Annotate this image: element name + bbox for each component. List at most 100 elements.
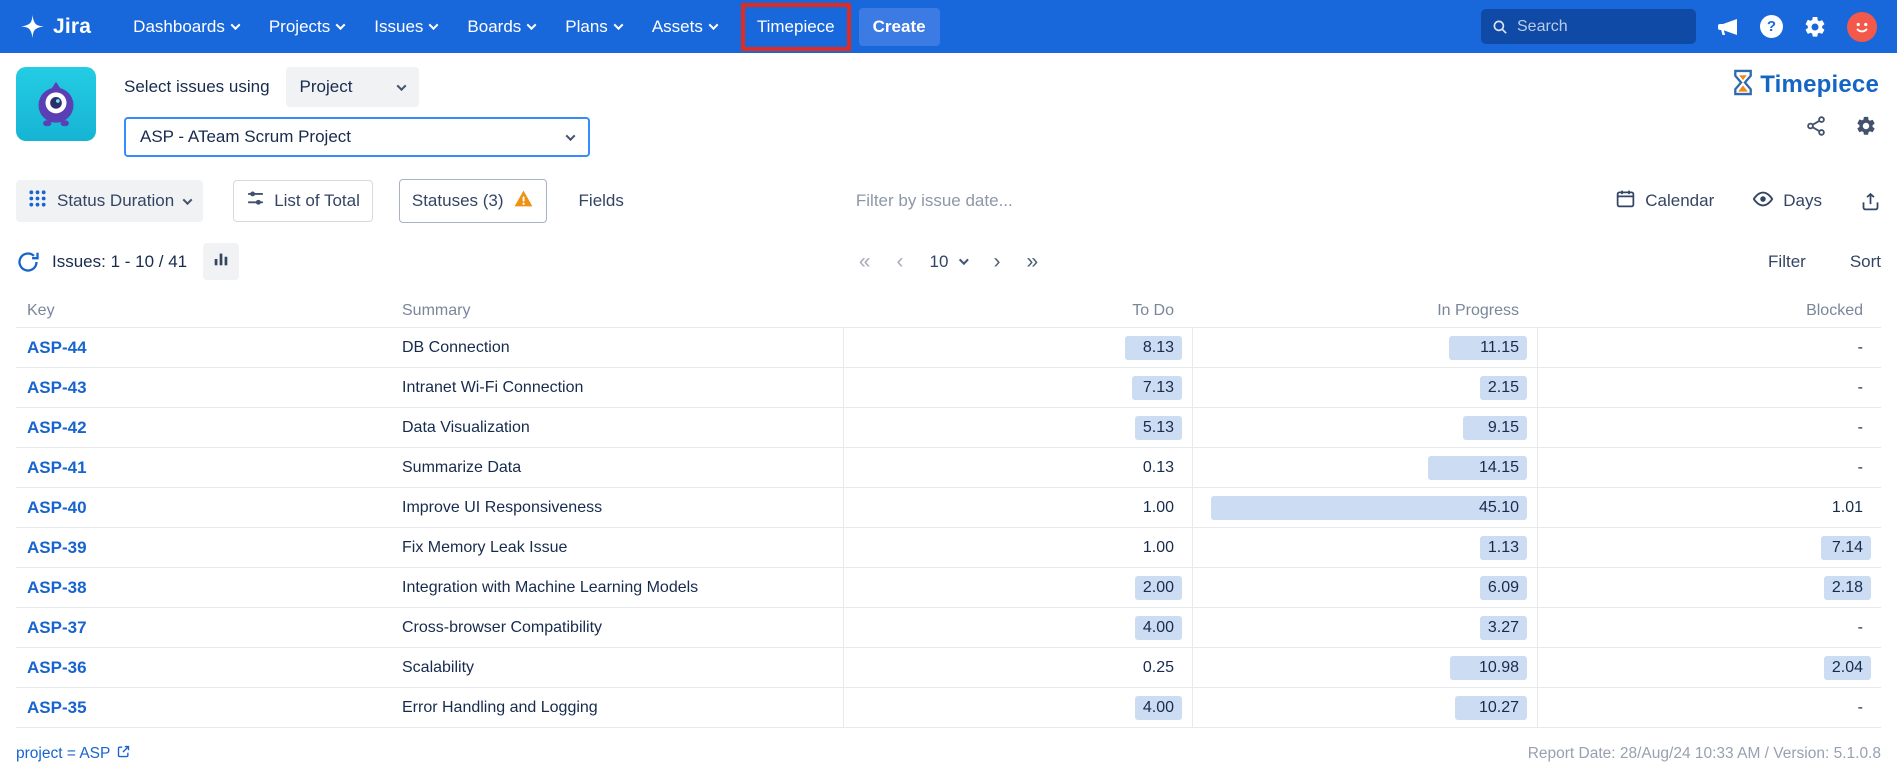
report-settings-gear-icon[interactable] — [1855, 115, 1877, 137]
duration-cell: 2.04 — [1537, 648, 1881, 687]
next-page-button[interactable]: › — [993, 251, 1000, 272]
nav-item-timepiece[interactable]: Timepiece — [741, 3, 851, 51]
report-type-value: Status Duration — [57, 191, 174, 211]
list-controls: Issues: 1 - 10 / 41 « ‹ 10 › » Filter So… — [0, 235, 1897, 292]
duration-value: 4.00 — [1135, 696, 1182, 720]
nav-item-boards[interactable]: Boards — [467, 17, 535, 37]
key-cell: ASP-36 — [16, 648, 396, 687]
summary-cell: Data Visualization — [396, 408, 843, 447]
duration-cell: 9.15 — [1192, 408, 1537, 447]
issue-key-link[interactable]: ASP-40 — [27, 498, 87, 518]
duration-cell: 1.00 — [843, 528, 1192, 567]
sliders-icon — [246, 189, 265, 213]
duration-cell: 6.09 — [1192, 568, 1537, 607]
column-header-blocked[interactable]: Blocked — [1537, 294, 1881, 327]
nav-item-label: Plans — [565, 17, 608, 37]
settings-gear-icon[interactable] — [1803, 15, 1827, 39]
eye-icon — [1752, 188, 1774, 215]
table-row: ASP-38 Integration with Machine Learning … — [16, 568, 1881, 608]
create-button[interactable]: Create — [859, 8, 940, 46]
nav-item-dashboards[interactable]: Dashboards — [133, 17, 239, 37]
refresh-icon[interactable] — [16, 250, 40, 274]
key-cell: ASP-44 — [16, 328, 396, 367]
duration-cell: - — [1537, 368, 1881, 407]
jira-brand[interactable]: Jira — [20, 14, 91, 39]
issue-key-link[interactable]: ASP-39 — [27, 538, 87, 558]
duration-value: 2.04 — [1824, 656, 1871, 680]
issue-key-link[interactable]: ASP-36 — [27, 658, 87, 678]
empty-value: - — [1850, 376, 1871, 400]
duration-value: 14.15 — [1428, 456, 1527, 480]
duration-cell: 4.00 — [843, 608, 1192, 647]
summary-cell: Integration with Machine Learning Models — [396, 568, 843, 607]
table-row: ASP-41Summarize Data0.1314.15- — [16, 448, 1881, 488]
jql-query-link[interactable]: project = ASP — [16, 744, 131, 764]
days-toggle[interactable]: Days — [1752, 188, 1822, 215]
user-avatar[interactable] — [1847, 12, 1877, 42]
search-box[interactable] — [1481, 9, 1696, 44]
timepiece-logo-text: Timepiece — [1760, 71, 1879, 99]
nav-menu: Dashboards Projects Issues Boards Plans Asset… — [133, 3, 844, 51]
issue-source-mode-select[interactable]: Project — [286, 67, 420, 107]
search-input[interactable] — [1517, 18, 1686, 36]
sort-button[interactable]: Sort — [1850, 252, 1881, 272]
issue-key-link[interactable]: ASP-37 — [27, 618, 87, 638]
issue-key-link[interactable]: ASP-38 — [27, 578, 87, 598]
duration-cell: 5.13 — [843, 408, 1192, 447]
timepiece-logo: Timepiece — [1731, 69, 1879, 101]
duration-cell: 2.00 — [843, 568, 1192, 607]
calendar-button[interactable]: Calendar — [1615, 188, 1714, 214]
statuses-button[interactable]: Statuses (3) — [399, 179, 547, 223]
duration-value: 8.13 — [1125, 336, 1182, 360]
grid-icon — [28, 189, 47, 213]
issue-key-link[interactable]: ASP-44 — [27, 338, 87, 358]
key-cell: ASP-41 — [16, 448, 396, 487]
duration-value: 11.15 — [1449, 336, 1527, 360]
report-type-select[interactable]: Status Duration — [16, 180, 203, 222]
duration-cell: 0.25 — [843, 648, 1192, 687]
issue-key-link[interactable]: ASP-42 — [27, 418, 87, 438]
nav-item-projects[interactable]: Projects — [269, 17, 344, 37]
last-page-button[interactable]: » — [1026, 251, 1038, 272]
select-issues-label: Select issues using — [124, 77, 270, 97]
announcement-icon[interactable] — [1716, 15, 1740, 39]
list-of-total-button[interactable]: List of Total — [233, 180, 373, 222]
duration-cell: 0.13 — [843, 448, 1192, 487]
issue-key-link[interactable]: ASP-41 — [27, 458, 87, 478]
table-row: ASP-36Scalability0.2510.982.04 — [16, 648, 1881, 688]
nav-item-assets[interactable]: Assets — [652, 17, 717, 37]
column-header-key[interactable]: Key — [16, 294, 396, 327]
date-filter-input[interactable]: Filter by issue date... — [856, 191, 1013, 211]
nav-item-issues[interactable]: Issues — [374, 17, 437, 37]
project-select[interactable]: ASP - ATeam Scrum Project — [124, 117, 590, 157]
key-cell: ASP-37 — [16, 608, 396, 647]
duration-value: 4.00 — [1135, 616, 1182, 640]
issue-key-link[interactable]: ASP-35 — [27, 698, 87, 718]
first-page-button[interactable]: « — [859, 251, 871, 272]
key-cell: ASP-42 — [16, 408, 396, 447]
page-size-select[interactable]: 10 — [930, 252, 968, 272]
prev-page-button[interactable]: ‹ — [897, 251, 904, 272]
filter-button[interactable]: Filter — [1768, 252, 1806, 272]
duration-value: 5.13 — [1135, 416, 1182, 440]
column-header-inprogress[interactable]: In Progress — [1192, 294, 1537, 327]
issues-table: Key Summary To Do In Progress Blocked AS… — [16, 294, 1881, 728]
duration-value: 10.27 — [1455, 696, 1527, 720]
chevron-down-icon — [566, 131, 576, 141]
issue-key-link[interactable]: ASP-43 — [27, 378, 87, 398]
help-icon[interactable]: ? — [1760, 15, 1783, 38]
duration-cell: 1.00 — [843, 488, 1192, 527]
share-icon[interactable] — [1805, 115, 1827, 137]
duration-value: 9.15 — [1463, 416, 1527, 440]
export-icon[interactable] — [1860, 191, 1881, 212]
duration-value: 1.01 — [1824, 496, 1871, 520]
nav-item-plans[interactable]: Plans — [565, 17, 622, 37]
key-cell: ASP-38 — [16, 568, 396, 607]
column-header-summary[interactable]: Summary — [396, 294, 843, 327]
table-row: ASP-44DB Connection8.1311.15- — [16, 328, 1881, 368]
column-header-todo[interactable]: To Do — [843, 294, 1192, 327]
table-row: ASP-39Fix Memory Leak Issue1.001.137.14 — [16, 528, 1881, 568]
duration-cell: 1.01 — [1537, 488, 1881, 527]
chart-view-button[interactable] — [203, 243, 239, 280]
fields-button[interactable]: Fields — [579, 191, 624, 211]
